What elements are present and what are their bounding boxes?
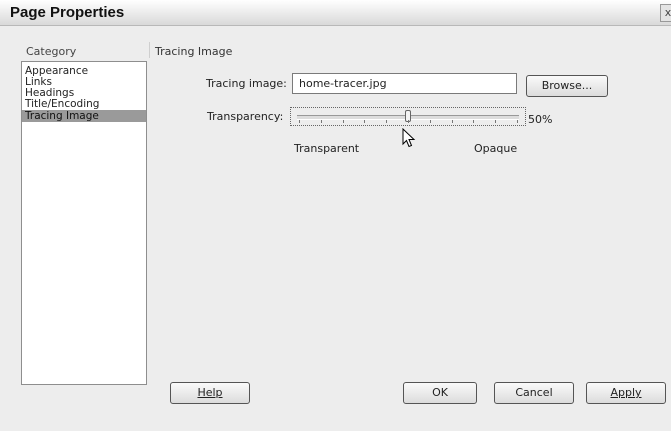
slider-tick (299, 120, 300, 123)
browse-button-label: Browse... (541, 79, 593, 92)
title-bar: Page Properties x (0, 0, 671, 26)
opaque-label: Opaque (474, 142, 518, 155)
slider-tick (408, 120, 409, 123)
sidebar-item-title-encoding[interactable]: Title/Encoding (22, 99, 146, 110)
ok-button[interactable]: OK (403, 382, 477, 404)
tracing-image-input[interactable]: home-tracer.jpg (292, 73, 517, 94)
cancel-button-label: Cancel (515, 386, 553, 399)
slider-tick (342, 120, 344, 123)
slider-tick (517, 120, 518, 123)
header-divider (149, 42, 150, 58)
category-header: Category (26, 45, 77, 58)
category-list: Appearance Links Headings Title/Encoding… (21, 61, 147, 385)
page-properties-dialog: Page Properties x Category Tracing Image… (0, 0, 671, 431)
slider-tick (451, 120, 453, 123)
slider-tick (473, 120, 475, 123)
slider-tick (386, 120, 388, 123)
browse-button[interactable]: Browse... (526, 75, 608, 97)
section-title: Tracing Image (155, 45, 233, 58)
close-icon[interactable]: x (660, 4, 671, 22)
slider-tick (495, 120, 497, 123)
slider-tick (429, 120, 431, 123)
tracing-image-label: Tracing image: (206, 77, 287, 90)
transparency-value: 50% (528, 113, 553, 126)
help-button[interactable]: Help (170, 382, 250, 404)
help-button-label: Help (197, 386, 223, 399)
transparency-slider[interactable] (290, 107, 526, 126)
slider-tick (320, 120, 322, 123)
cancel-button[interactable]: Cancel (494, 382, 574, 404)
transparent-label: Transparent (294, 142, 360, 155)
dialog-title: Page Properties (10, 4, 125, 21)
transparency-label: Transparency: (207, 110, 284, 123)
sidebar-item-tracing-image[interactable]: Tracing Image (22, 110, 146, 122)
apply-button-label: Apply (610, 386, 642, 399)
ok-button-label: OK (432, 386, 448, 399)
slider-tick (364, 120, 366, 123)
apply-button[interactable]: Apply (586, 382, 666, 404)
arrow-cursor-icon (402, 128, 416, 148)
